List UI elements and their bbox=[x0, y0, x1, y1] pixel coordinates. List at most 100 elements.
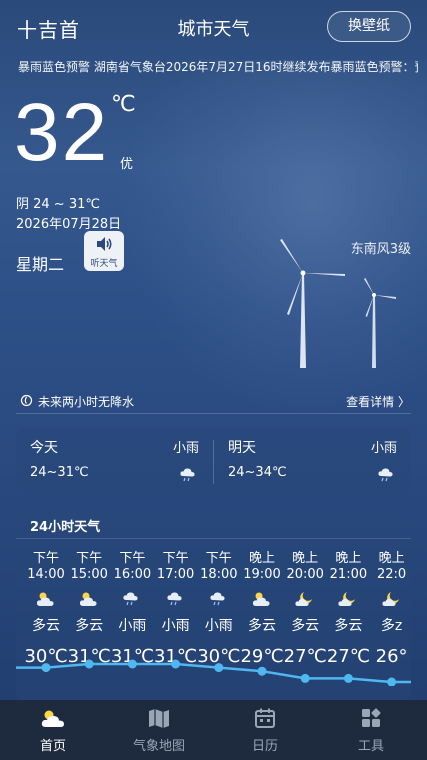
hourly-item[interactable]: 下午 16:00 小雨 31℃ bbox=[110, 551, 154, 667]
cloudy-night-icon bbox=[338, 592, 356, 606]
hour-time: 14:00 bbox=[27, 567, 65, 582]
hourly-temperature-line bbox=[16, 659, 411, 686]
precipitation-icon bbox=[20, 394, 33, 407]
nav-tools[interactable]: 工具 bbox=[318, 706, 424, 754]
hour-time: 20:00 bbox=[286, 567, 324, 582]
condition-range: 阴 24 ~ 31℃ bbox=[16, 197, 100, 212]
hourly-item[interactable]: 下午 14:00 多云 30℃ bbox=[24, 551, 68, 667]
day-temperature-range: 24~31℃ bbox=[30, 465, 89, 480]
hour-time: 21:00 bbox=[329, 567, 368, 582]
day-tomorrow[interactable]: 明天 小雨 24~34℃ bbox=[214, 428, 411, 496]
divider bbox=[16, 538, 411, 539]
temperature-point bbox=[343, 673, 353, 683]
cloudy-night-icon bbox=[295, 592, 313, 606]
cloudy-icon bbox=[36, 592, 54, 606]
temperature-point bbox=[41, 663, 51, 673]
nav-label: 工具 bbox=[357, 739, 384, 754]
hour-time: 18:00 bbox=[200, 567, 238, 582]
hour-time: 16:00 bbox=[113, 567, 152, 582]
cloudy-icon bbox=[80, 592, 97, 606]
hour-condition: 多云 bbox=[334, 618, 363, 634]
hour-condition: 多云 bbox=[75, 618, 104, 634]
daily-forecast-card: 今天 小雨 24~31℃ 明天 小雨 24~34℃ bbox=[16, 428, 411, 496]
temperature-point bbox=[171, 659, 181, 669]
hourly-title: 24小时天气 bbox=[30, 520, 101, 535]
city-name[interactable]: 十吉首 bbox=[17, 14, 80, 43]
cloudy-icon bbox=[252, 592, 270, 606]
precipitation-details-link[interactable]: 查看详情 〉 bbox=[346, 393, 410, 410]
light-rain-icon bbox=[180, 468, 195, 482]
temperature-point bbox=[127, 659, 137, 669]
hourly-item[interactable]: 晚上 20:00 多云 27℃ bbox=[283, 551, 327, 667]
hour-condition: 小雨 bbox=[118, 618, 147, 634]
listen-label: 听天气 bbox=[90, 259, 118, 269]
nav-home[interactable]: 首页 bbox=[0, 706, 106, 754]
hourly-item[interactable]: 下午 15:00 多云 31℃ bbox=[67, 551, 111, 667]
hour-condition: 多z bbox=[380, 618, 403, 634]
nav-label: 日历 bbox=[251, 739, 278, 754]
nav-label: 气象地图 bbox=[132, 739, 185, 754]
hour-period: 晚上 bbox=[292, 551, 319, 566]
hourly-item[interactable]: 下午 17:00 小雨 31℃ bbox=[154, 551, 198, 667]
calendar-icon bbox=[255, 708, 275, 728]
weather-home-icon bbox=[41, 710, 64, 727]
tools-icon bbox=[362, 708, 381, 727]
hour-period: 晚上 bbox=[248, 551, 275, 566]
day-today[interactable]: 今天 小雨 24~31℃ bbox=[16, 428, 213, 496]
hour-condition: 小雨 bbox=[204, 618, 233, 634]
temperature-unit: ℃ bbox=[111, 92, 136, 117]
hourly-item[interactable]: 下午 18:00 小雨 30℃ bbox=[197, 551, 241, 667]
hour-period: 下午 bbox=[162, 551, 189, 566]
map-icon bbox=[149, 709, 169, 728]
hour-time: 19:00 bbox=[243, 567, 281, 582]
nav-label: 首页 bbox=[39, 739, 66, 754]
day-temperature-range: 24~34℃ bbox=[228, 465, 287, 480]
hour-period: 晚上 bbox=[335, 551, 362, 566]
bottom-navigation: 首页 气象地图 日历 工具 bbox=[0, 700, 427, 760]
hour-time: 17:00 bbox=[156, 567, 195, 582]
temperature-point bbox=[257, 666, 267, 676]
current-date: 2026年07月28日 bbox=[16, 217, 122, 232]
air-quality-label[interactable]: 优 bbox=[120, 153, 133, 172]
nav-weather-map[interactable]: 气象地图 bbox=[106, 706, 212, 754]
hourly-forecast-card[interactable]: 24小时天气 下午 14:00 多云 30℃ 下午 15:00 多云 31℃ 下午 16:00 小雨… bbox=[16, 506, 411, 701]
light-rain-icon bbox=[123, 592, 138, 606]
speaker-icon bbox=[97, 237, 112, 251]
hour-time: 22:0 bbox=[376, 567, 407, 582]
day-name: 今天 bbox=[30, 440, 58, 456]
current-weekday: 星期二 bbox=[16, 255, 65, 274]
precipitation-text: 未来两小时无降水 bbox=[38, 395, 135, 409]
day-name: 明天 bbox=[228, 440, 256, 456]
temperature-point bbox=[84, 659, 94, 669]
hour-condition: 小雨 bbox=[161, 618, 190, 634]
hour-condition: 多云 bbox=[248, 618, 276, 634]
day-condition: 小雨 bbox=[370, 441, 397, 456]
hour-period: 下午 bbox=[205, 551, 232, 566]
day-condition: 小雨 bbox=[172, 441, 199, 456]
temperature-point bbox=[300, 673, 310, 683]
listen-weather-button[interactable]: 听天气 bbox=[84, 231, 124, 271]
alert-ticker[interactable]: 暴雨蓝色预警 湖南省气象台2026年7月27日16时继续发布暴雨蓝色预警：预计 bbox=[18, 58, 418, 75]
nav-calendar[interactable]: 日历 bbox=[212, 706, 318, 754]
hourly-item[interactable]: 晚上 21:00 多云 27℃ bbox=[326, 551, 370, 667]
hour-period: 下午 bbox=[76, 551, 103, 566]
hourly-item[interactable]: 晚上 19:00 多云 29℃ bbox=[240, 551, 284, 667]
hour-period: 下午 bbox=[32, 551, 59, 566]
hour-condition: 多云 bbox=[291, 618, 320, 634]
divider bbox=[16, 413, 411, 414]
hour-condition: 多云 bbox=[32, 618, 60, 634]
wind-turbine-illustration bbox=[280, 239, 396, 368]
light-rain-icon bbox=[167, 592, 182, 606]
temperature-point bbox=[214, 663, 224, 673]
current-temperature: 32 bbox=[14, 87, 110, 178]
hour-period: 下午 bbox=[119, 551, 146, 566]
light-rain-icon bbox=[210, 592, 225, 606]
top-bar: 十吉首 城市天气 换壁纸 bbox=[0, 0, 427, 52]
hour-time: 15:00 bbox=[70, 567, 108, 582]
temperature-point bbox=[387, 677, 397, 686]
cloudy-night-icon bbox=[382, 592, 399, 606]
hourly-item[interactable]: 晚上 22:0 多z 26° bbox=[370, 551, 411, 667]
change-wallpaper-button[interactable]: 换壁纸 bbox=[327, 11, 411, 42]
light-rain-icon bbox=[378, 468, 393, 482]
hour-period: 晚上 bbox=[378, 551, 405, 566]
